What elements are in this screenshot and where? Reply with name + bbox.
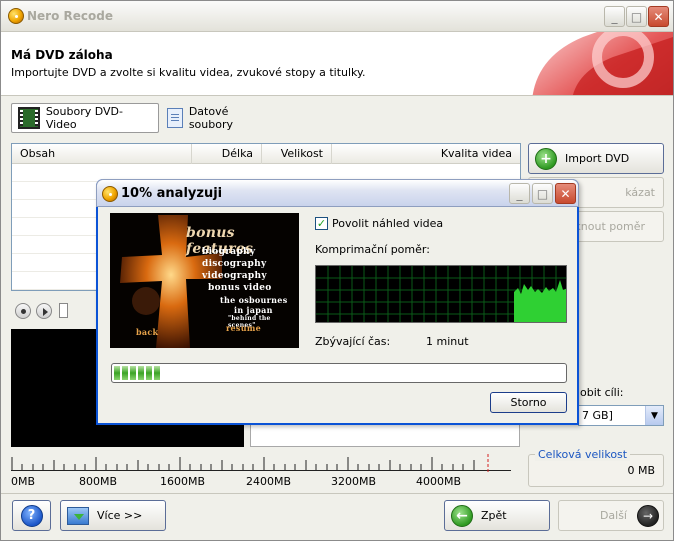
compression-graph-svg <box>316 266 566 322</box>
table-header: Obsah Délka Velikost Kvalita videa <box>12 144 520 164</box>
analysis-dialog: 10% analyzuji _ □ ✕ bonus features biogr… <box>96 179 579 425</box>
nero-brand-graphic <box>532 32 673 95</box>
size-ruler: 0MB 800MB 1600MB 2400MB 3200MB 4000MB <box>11 454 521 488</box>
dialog-minimize-button[interactable]: _ <box>509 183 530 204</box>
minimize-icon: _ <box>611 9 618 24</box>
target-label: obit cíli: <box>580 386 624 399</box>
help-button[interactable]: ? <box>12 500 51 531</box>
preview-checkbox[interactable]: ✓ <box>315 217 328 230</box>
menu-back: back <box>136 327 159 337</box>
preview-checkbox-row[interactable]: ✓ Povolit náhled videa <box>315 217 443 230</box>
ruler-label: 0MB <box>11 475 36 488</box>
window-title: Nero Recode <box>27 9 113 23</box>
compression-graph <box>315 265 567 323</box>
menu-item: the osbournes <box>220 295 288 305</box>
ruler-label: 1600MB <box>160 475 206 488</box>
tab-label: Soubory DVD-Video <box>45 105 123 131</box>
title-bar[interactable]: Nero Recode _ □ ✕ <box>1 1 673 32</box>
ruler-label: 3200MB <box>331 475 377 488</box>
video-preview: bonus features biography discography vid… <box>110 213 299 348</box>
back-button[interactable]: ← Zpět <box>444 500 550 531</box>
page-title: Má DVD záloha <box>11 48 113 62</box>
maximize-button[interactable]: □ <box>626 6 647 27</box>
total-size-value: 0 MB <box>627 464 655 477</box>
compression-label: Komprimační poměr: <box>315 243 430 256</box>
column-header-video-quality[interactable]: Kvalita videa <box>332 144 520 164</box>
page-description: Importujte DVD a zvolte si kvalitu videa… <box>11 66 366 79</box>
tab-label: Datové soubory <box>188 105 234 131</box>
help-icon: ? <box>20 504 43 527</box>
film-icon <box>18 107 40 129</box>
minimize-button[interactable]: _ <box>604 6 625 27</box>
play-button[interactable] <box>36 303 52 319</box>
close-button[interactable]: ✕ <box>648 6 669 27</box>
monitor-icon <box>67 506 89 525</box>
nero-logo-icon <box>8 8 24 24</box>
cancel-button[interactable]: Storno <box>490 392 567 413</box>
progress-segment <box>146 366 152 380</box>
show-button-label: kázat <box>625 186 655 199</box>
more-button-label: Více >> <box>97 509 143 522</box>
ruler-label: 800MB <box>79 475 118 488</box>
chevron-down-icon[interactable]: ▼ <box>645 406 663 425</box>
ruler-label: 4000MB <box>416 475 462 488</box>
maximize-icon: □ <box>536 186 549 201</box>
column-header-content[interactable]: Obsah <box>12 144 192 164</box>
more-button[interactable]: Více >> <box>60 500 166 531</box>
cancel-button-label: Storno <box>510 396 547 409</box>
ruler-label: 2400MB <box>246 475 292 488</box>
header-banner: Má DVD záloha Importujte DVD a zvolte si… <box>1 32 673 96</box>
arrow-left-icon: ← <box>451 504 473 527</box>
dialog-close-button[interactable]: ✕ <box>555 183 576 204</box>
progress-segment <box>130 366 136 380</box>
dialog-title: 10% analyzuji <box>121 186 223 201</box>
tab-dvd-video-files[interactable]: Soubory DVD-Video <box>11 103 159 133</box>
arrow-right-icon: → <box>637 504 659 527</box>
menu-item: in japan <box>234 305 273 315</box>
menu-item: bonus video <box>208 283 272 293</box>
ruler-ticks <box>11 454 489 474</box>
remaining-time-label: Zbývající čas: <box>315 335 391 348</box>
analysis-progress-bar <box>111 363 567 383</box>
target-size-select[interactable]: 7 GB] ▼ <box>578 405 664 426</box>
plus-icon: + <box>535 147 557 170</box>
progress-segment <box>154 366 160 380</box>
progress-segment <box>122 366 128 380</box>
menu-resume: resume <box>226 323 261 333</box>
maximize-icon: □ <box>630 9 643 24</box>
progress-segment <box>138 366 144 380</box>
import-dvd-label: Import DVD <box>565 152 630 165</box>
target-size-value: 7 GB] <box>582 409 613 422</box>
menu-item: biography <box>202 247 256 257</box>
import-dvd-button[interactable]: + Import DVD <box>528 143 664 174</box>
column-header-size[interactable]: Velikost <box>262 144 332 164</box>
seek-slider-thumb[interactable] <box>59 303 68 318</box>
document-icon <box>167 108 183 128</box>
remaining-time-value: 1 minut <box>426 335 469 348</box>
preview-checkbox-label: Povolit náhled videa <box>332 217 444 230</box>
dialog-title-bar[interactable]: 10% analyzuji _ □ ✕ <box>96 179 579 207</box>
progress-segment <box>114 366 120 380</box>
next-button-label: Další <box>599 509 627 522</box>
close-icon: ✕ <box>653 9 664 24</box>
nero-logo-icon <box>102 186 118 202</box>
stop-button[interactable] <box>15 303 31 319</box>
close-icon: ✕ <box>560 186 571 201</box>
column-header-length[interactable]: Délka <box>192 144 262 164</box>
total-size-label: Celková velikost <box>535 448 631 461</box>
tab-data-files[interactable]: Datové soubory <box>161 103 281 133</box>
minimize-icon: _ <box>516 186 523 201</box>
menu-item: discography <box>202 259 267 269</box>
bottom-divider <box>1 493 673 494</box>
dialog-maximize-button[interactable]: □ <box>532 183 553 204</box>
next-button[interactable]: Další → <box>558 500 664 531</box>
back-button-label: Zpět <box>481 509 507 522</box>
menu-item: videography <box>202 271 267 281</box>
